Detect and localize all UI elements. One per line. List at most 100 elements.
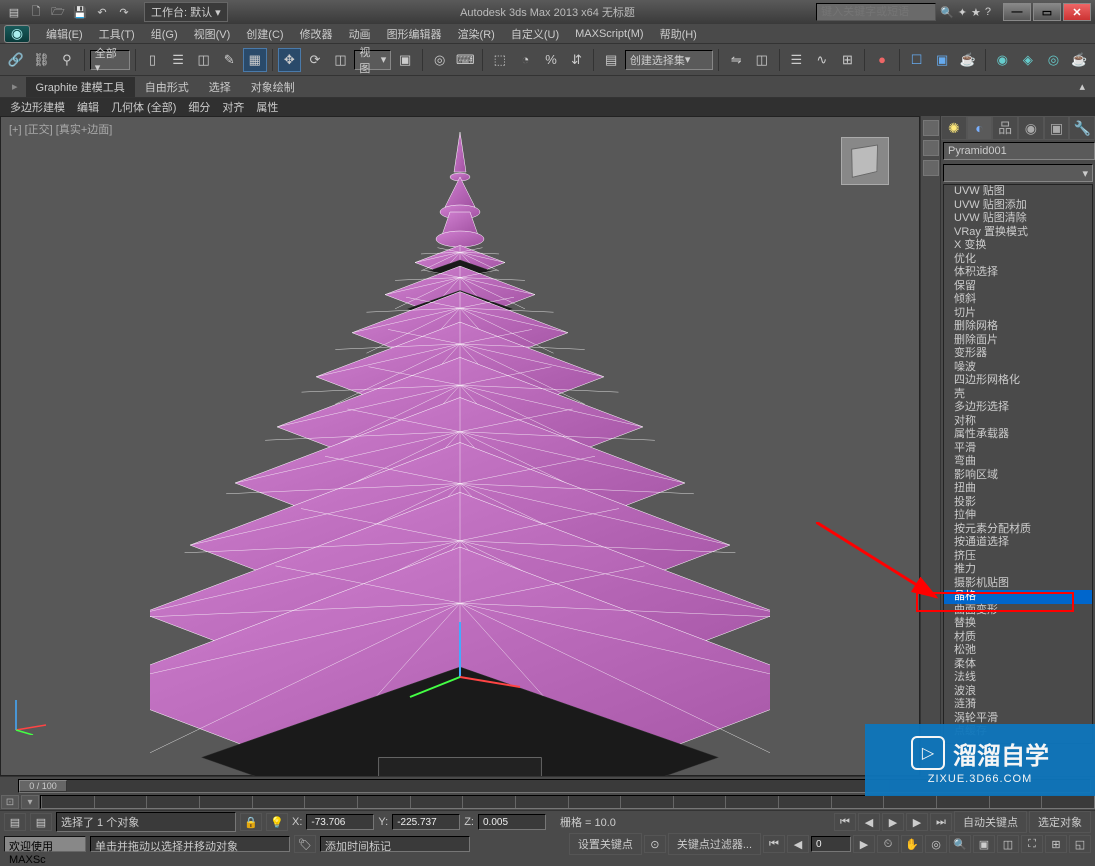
modifier-item[interactable]: 切片	[944, 307, 1092, 321]
close-button[interactable]: ✕	[1063, 3, 1091, 21]
modifier-item[interactable]: 晶格	[944, 590, 1092, 604]
pan-icon[interactable]: ✋	[901, 835, 923, 853]
field-of-view-icon[interactable]: ◫	[997, 835, 1019, 853]
zoom-extents-icon[interactable]: ⛶	[1021, 835, 1043, 853]
autokey-button[interactable]: 自动关键点	[954, 811, 1027, 833]
nav-prev-icon[interactable]: ◀	[787, 835, 809, 853]
setkey-button[interactable]: 设置关键点	[569, 833, 642, 855]
save-file-icon[interactable]: 💾	[70, 3, 90, 21]
listener-icon[interactable]: ▤	[30, 813, 52, 831]
sub-subdiv[interactable]: 细分	[182, 98, 216, 116]
side-btn-2[interactable]	[923, 140, 939, 156]
menu-help[interactable]: 帮助(H)	[652, 24, 705, 44]
modifier-item[interactable]: 扭曲	[944, 482, 1092, 496]
keyboard-shortcut-icon[interactable]: ⌨	[453, 48, 477, 72]
modifier-item[interactable]: 多边形选择	[944, 401, 1092, 415]
align-icon[interactable]: ◫	[750, 48, 774, 72]
select-name-icon[interactable]: ☰	[166, 48, 190, 72]
link-icon[interactable]: 🔗	[4, 48, 28, 72]
play-prev-key-icon[interactable]: ⏮	[834, 813, 856, 831]
play-icon[interactable]: ▶	[882, 813, 904, 831]
menu-tools[interactable]: 工具(T)	[91, 24, 143, 44]
vray-teapot-icon[interactable]: ☕	[1067, 48, 1091, 72]
help-search-input[interactable]	[816, 3, 936, 21]
redo-icon[interactable]: ↷	[114, 3, 134, 21]
current-frame-input[interactable]	[811, 836, 851, 852]
modifier-item[interactable]: 四边形网格化	[944, 374, 1092, 388]
object-name-input[interactable]	[943, 142, 1095, 160]
modifier-item[interactable]: 对称	[944, 415, 1092, 429]
modifier-item[interactable]: 保留	[944, 280, 1092, 294]
menu-grapheditor[interactable]: 图形编辑器	[379, 24, 450, 44]
modifier-item[interactable]: 松弛	[944, 644, 1092, 658]
search-icon[interactable]: 🔍	[940, 6, 954, 19]
menu-group[interactable]: 组(G)	[143, 24, 186, 44]
orbit-icon[interactable]: ◎	[925, 835, 947, 853]
sub-props[interactable]: 属性	[250, 98, 284, 116]
modifier-item[interactable]: 影响区域	[944, 469, 1092, 483]
unlink-icon[interactable]: ⛓	[30, 48, 54, 72]
modifier-item[interactable]: 推力	[944, 563, 1092, 577]
material-editor-icon[interactable]: ●	[870, 48, 894, 72]
modifier-item[interactable]: 倾斜	[944, 293, 1092, 307]
modifier-item[interactable]: 删除网格	[944, 320, 1092, 334]
exchange-icon[interactable]: ✦	[958, 6, 967, 19]
modifier-item[interactable]: 噪波	[944, 361, 1092, 375]
mirror-icon[interactable]: ⇋	[724, 48, 748, 72]
vray-icon[interactable]: ◉	[991, 48, 1015, 72]
trackbar-filter-icon[interactable]: ▾	[21, 795, 39, 809]
modifier-item[interactable]: 涡轮平滑	[944, 712, 1092, 726]
modifier-item[interactable]: 法线	[944, 671, 1092, 685]
max-toggle-icon[interactable]: ▣	[973, 835, 995, 853]
add-time-tag[interactable]: 添加时间标记	[320, 836, 470, 852]
side-btn-1[interactable]	[923, 120, 939, 136]
menu-modifiers[interactable]: 修改器	[292, 24, 341, 44]
selected-filter-button[interactable]: 选定对象	[1029, 811, 1091, 833]
trackbar-key-icon[interactable]: ⊡	[1, 795, 19, 809]
coord-x-input[interactable]	[306, 814, 374, 830]
bind-icon[interactable]: ⚲	[55, 48, 79, 72]
vray-rt-icon[interactable]: ◎	[1042, 48, 1066, 72]
tab-selection[interactable]: 选择	[199, 77, 241, 97]
tab-utilities[interactable]: 🔧	[1069, 116, 1095, 140]
nav-goto-start-icon[interactable]: ⏮	[763, 835, 785, 853]
layers-icon[interactable]: ☰	[785, 48, 809, 72]
named-selset-icon[interactable]: ▤	[599, 48, 623, 72]
selection-set-combo[interactable]: 创建选择集 ▾	[625, 50, 713, 70]
ribbon-expand-icon[interactable]: ▴	[1073, 80, 1091, 93]
tab-objectpaint[interactable]: 对象绘制	[241, 77, 305, 97]
modifier-item[interactable]: 平滑	[944, 442, 1092, 456]
modifier-item[interactable]: 体积选择	[944, 266, 1092, 280]
app-menu-btn[interactable]: ▤	[4, 3, 24, 21]
nav-next-icon[interactable]: ▶	[853, 835, 875, 853]
min-max-viewport-icon[interactable]: ◱	[1069, 835, 1091, 853]
side-btn-3[interactable]	[923, 160, 939, 176]
render-prod-icon[interactable]: ☕	[956, 48, 980, 72]
spinner-snap-icon[interactable]: ⇵	[565, 48, 589, 72]
modifier-item[interactable]: 壳	[944, 388, 1092, 402]
modifier-item[interactable]: 柔体	[944, 658, 1092, 672]
lock-selection-icon[interactable]: 🔒	[240, 813, 262, 831]
modifier-item[interactable]: 按通道选择	[944, 536, 1092, 550]
modifier-item[interactable]: 曲面变形	[944, 604, 1092, 618]
play-next-key-icon[interactable]: ⏭	[930, 813, 952, 831]
modifier-item[interactable]: 删除面片	[944, 334, 1092, 348]
schematic-icon[interactable]: ⊞	[836, 48, 860, 72]
trackbar-ruler[interactable]	[40, 795, 1095, 809]
sub-geometry[interactable]: 几何体 (全部)	[105, 98, 182, 116]
pivot-icon[interactable]: ▣	[393, 48, 417, 72]
tab-motion[interactable]: ◉	[1018, 116, 1044, 140]
minimize-button[interactable]: —	[1003, 3, 1031, 21]
modifier-item[interactable]: 按元素分配材质	[944, 523, 1092, 537]
move-icon[interactable]: ✥	[278, 48, 302, 72]
render-setup-icon[interactable]: ☐	[905, 48, 929, 72]
key-mode-icon[interactable]: ⊙	[644, 835, 666, 853]
sub-align[interactable]: 对齐	[216, 98, 250, 116]
sub-polymodel[interactable]: 多边形建模	[4, 98, 71, 116]
modifier-list-combo[interactable]: ▾	[943, 164, 1093, 182]
keyfilter-button[interactable]: 关键点过滤器...	[668, 833, 761, 855]
favorite-icon[interactable]: ★	[971, 6, 981, 19]
render-frame-icon[interactable]: ▣	[930, 48, 954, 72]
maxscript-mini-icon[interactable]: ▤	[4, 813, 26, 831]
paint-select-icon[interactable]: ✎	[217, 48, 241, 72]
